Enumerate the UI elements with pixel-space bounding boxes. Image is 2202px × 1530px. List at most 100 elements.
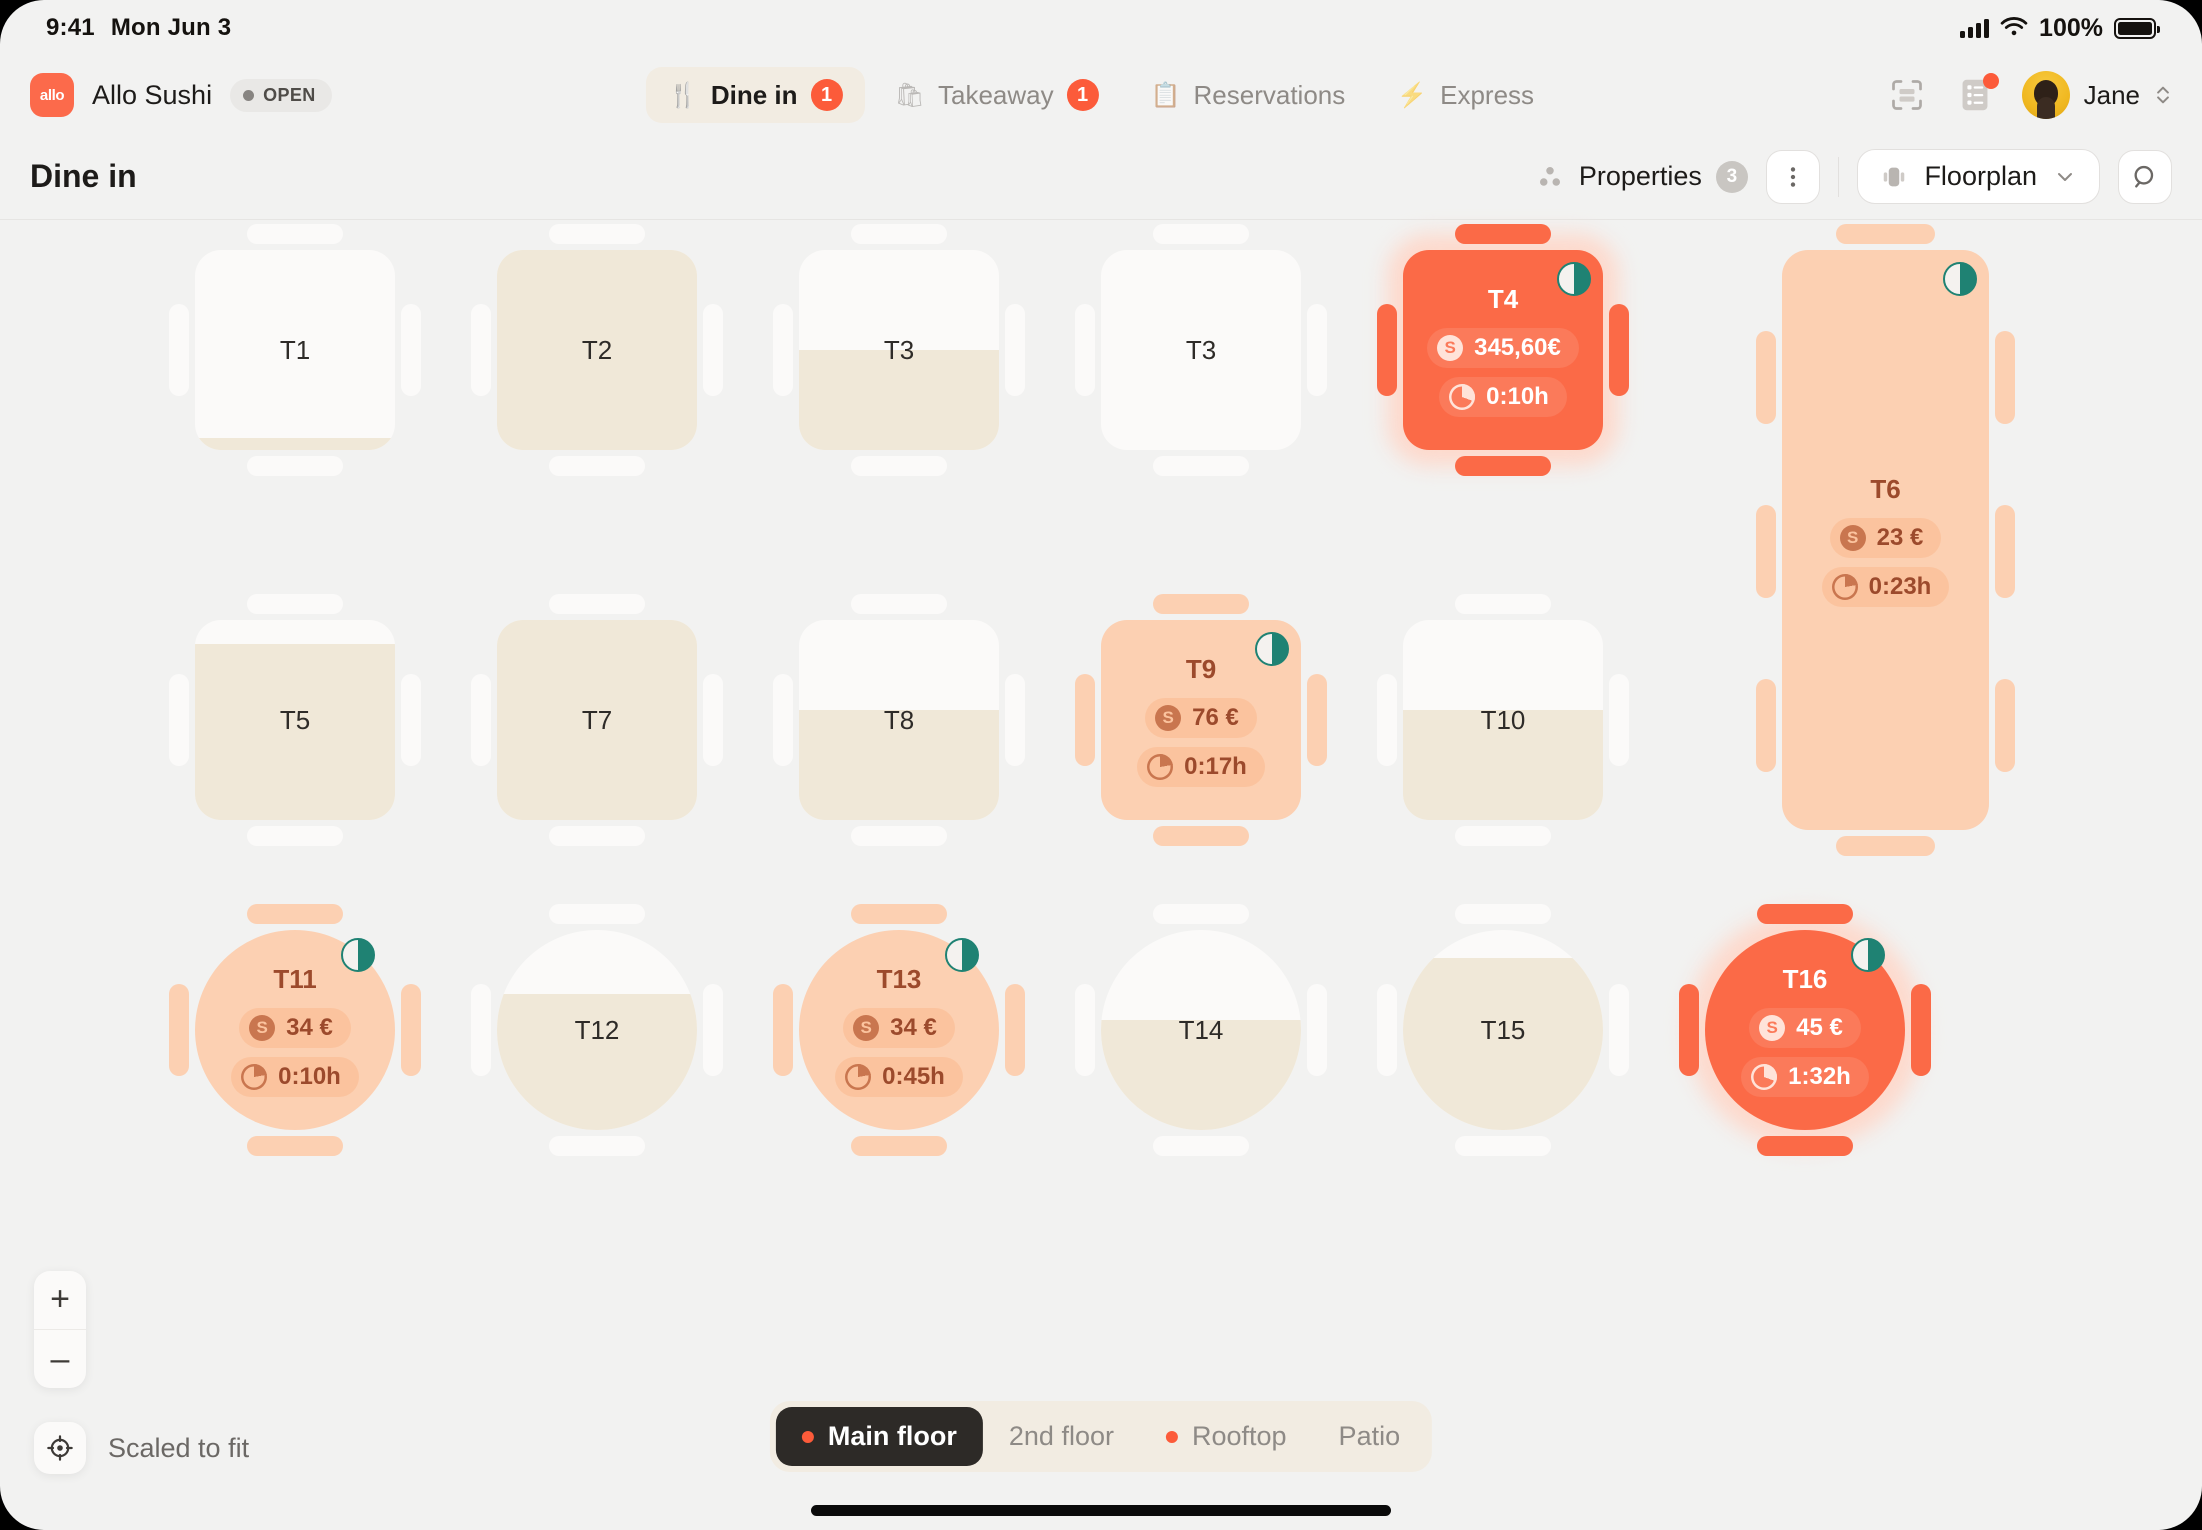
table-surface: T15 [1403,930,1603,1130]
table-duration-value: 1:32h [1788,1062,1851,1090]
table-surface: T5 [195,620,395,820]
chair-bottom [1455,456,1551,476]
table-t15[interactable]: T15 [1377,904,1629,1156]
table-surface: T2 [497,250,697,450]
chair-top [549,594,645,614]
restaurant-brand[interactable]: allo Allo Sushi OPEN [30,73,332,117]
chair-right [401,304,421,396]
table-duration-value: 0:17h [1184,752,1247,780]
view-mode-label: Floorplan [1924,161,2037,191]
floorplan-canvas[interactable]: T1 T2 T3 T3 T4 S 345,60€ 0:10h T6 S 23 €0:23h T5 T7 T… [0,220,2202,1530]
chair-bottom [247,1136,343,1156]
table-t5[interactable]: T5 [169,594,421,846]
restaurant-name: Allo Sushi [92,79,213,110]
view-mode-select[interactable]: Floorplan [1857,149,2100,204]
table-t13[interactable]: T13 S 34 € 0:45h [773,904,1025,1156]
table-label: T1 [279,334,311,365]
chair-right [1609,304,1629,396]
table-t10[interactable]: T10 [1377,594,1629,846]
table-t7[interactable]: T7 [471,594,723,846]
table-t9[interactable]: T9 S 76 € 0:17h [1075,594,1327,846]
chair-top [247,904,343,924]
chair-bottom [1757,1136,1853,1156]
table-duration-value: 0:23h [1868,572,1932,600]
table-t14[interactable]: T14 [1075,904,1327,1156]
chair-right [1911,984,1931,1076]
user-name-label: Jane [2083,79,2140,110]
floor-tab-patio[interactable]: Patio [1313,1407,1427,1466]
chair-left [1377,984,1397,1076]
table-label: T13 [876,963,922,994]
tab-dine-in-badge: 1 [810,79,843,111]
floor-tab-dot [801,1430,814,1443]
floor-tab-rooftop[interactable]: Rooftop [1140,1407,1313,1466]
chair-top [851,904,947,924]
floor-tab-main-floor[interactable]: Main floor [775,1407,983,1466]
table-t1[interactable]: T1 [169,224,421,476]
table-amount-chip: S 34 € [239,1007,351,1048]
tab-dine-in[interactable]: 🍴 Dine in 1 [645,67,865,123]
table-t6[interactable]: T6 S 23 € 0:23h [1756,224,2015,856]
notification-dot [1982,73,1999,89]
table-t12[interactable]: T12 [471,904,723,1156]
table-t11[interactable]: T11 S 34 € 0:10h [169,904,421,1156]
table-duration-chip: 1:32h [1741,1056,1869,1097]
table-t16[interactable]: T16 S 45 € 1:32h [1679,904,1931,1156]
table-course-status-badge [1255,632,1289,666]
more-options-button[interactable] [1765,149,1820,204]
tab-reservations[interactable]: 📋 Reservations [1129,68,1368,123]
chair-top [1153,594,1249,614]
scan-icon[interactable] [1886,74,1928,116]
chair-bottom [1455,826,1551,846]
chair-right [1609,984,1629,1076]
table-label: T16 [1782,963,1828,994]
cellular-bars-icon [1960,18,1990,38]
user-menu[interactable]: Jane [2021,71,2172,119]
chair-left [1377,674,1397,766]
table-course-status-badge [1943,262,1977,296]
zoom-in-button[interactable]: + [34,1271,86,1329]
floor-tab-2nd-floor[interactable]: 2nd floor [983,1407,1140,1466]
table-t3[interactable]: T3 [773,224,1025,476]
tab-takeaway[interactable]: 🛍 Takeaway 1 [873,67,1121,123]
table-amount-value: 23 € [1876,523,1924,551]
table-surface: T7 [497,620,697,820]
table-label: T6 [1870,473,1901,504]
status-date: Mon Jun 3 [110,14,232,41]
properties-button[interactable]: Properties 3 [1535,160,1748,193]
table-amount-value: 45 € [1796,1013,1843,1041]
zoom-out-button[interactable]: – [34,1330,86,1388]
chair-bottom [851,1136,947,1156]
floor-tabs: Main floor 2nd floor Rooftop Patio [769,1401,1433,1472]
table-course-status-badge [341,938,375,972]
table-label: T12 [574,1014,620,1045]
search-icon [2134,165,2154,187]
table-label: T10 [1480,704,1526,735]
divider [1837,156,1840,197]
chair-left [169,674,189,766]
properties-dots-icon [1539,166,1560,186]
scale-to-fit-row: Scaled to fit [34,1422,249,1474]
table-surface: T3 [799,250,999,450]
clock-pie-icon [241,1063,268,1090]
more-vertical-icon [1790,166,1796,187]
wifi-icon [2000,17,2028,36]
chair-right [1609,674,1629,766]
table-duration-value: 0:10h [1486,382,1549,410]
avatar [2021,71,2070,119]
clock-pie-icon [845,1063,872,1090]
table-t2[interactable]: T2 [471,224,723,476]
table-duration-chip: 0:45h [835,1056,963,1097]
table-amount-chip: S 76 € [1145,697,1257,738]
table-t4[interactable]: T4 S 345,60€ 0:10h [1377,224,1629,476]
table-t3[interactable]: T3 [1075,224,1327,476]
chair-bottom [247,456,343,476]
tab-express[interactable]: ⚡ Express [1375,68,1556,123]
scale-to-fit-button[interactable] [34,1422,86,1474]
order-list-icon[interactable] [1954,73,1999,116]
table-t8[interactable]: T8 [773,594,1025,846]
table-course-status-badge [945,938,979,972]
search-button[interactable] [2118,149,2172,204]
table-surface: T8 [799,620,999,820]
chair-top [1835,224,1936,244]
